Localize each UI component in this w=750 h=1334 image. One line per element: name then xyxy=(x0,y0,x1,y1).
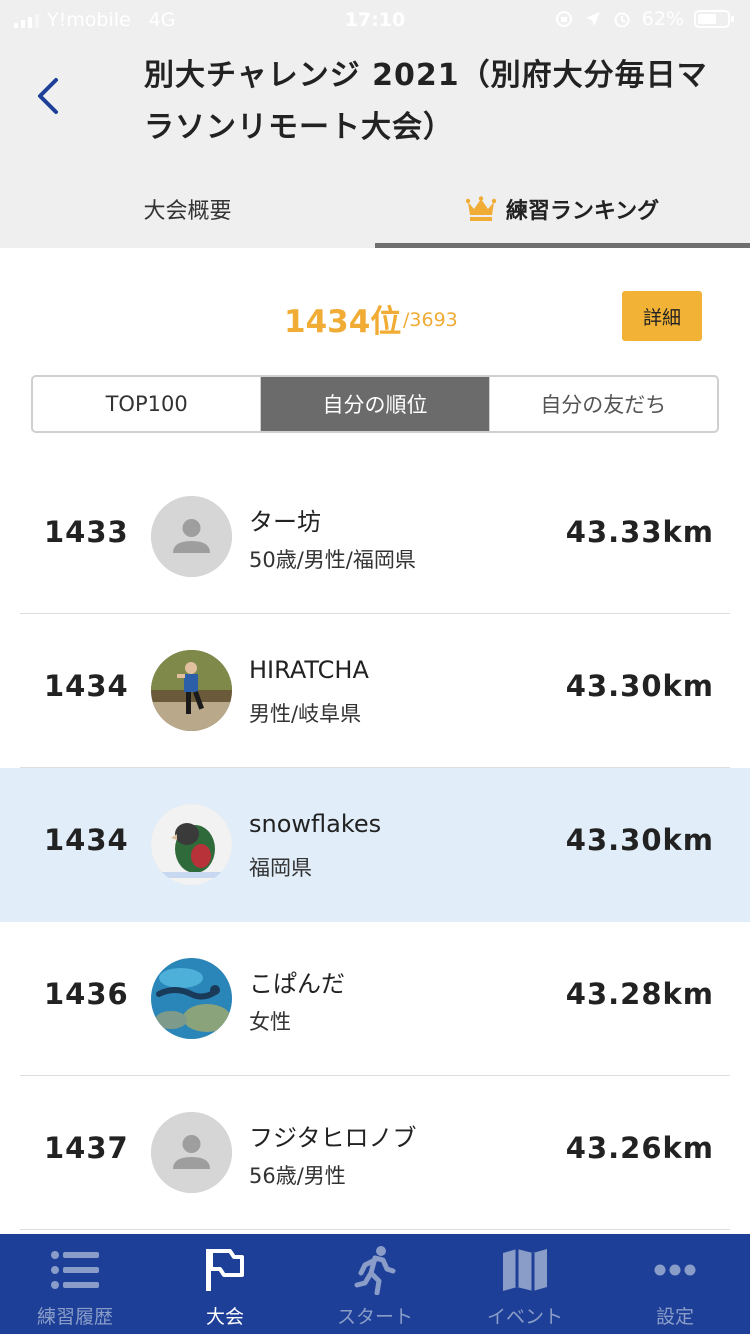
tab-ranking-label: 練習ランキング xyxy=(505,199,660,224)
default-avatar-icon xyxy=(151,496,232,577)
alarm-icon xyxy=(614,12,630,28)
row-name: snowflakes xyxy=(249,810,382,838)
segment-my-rank[interactable]: 自分の順位 xyxy=(261,377,490,431)
battery-icon xyxy=(694,10,734,28)
parrot-photo-avatar xyxy=(151,804,232,885)
list-icon xyxy=(51,1251,99,1289)
my-rank: 1434位 xyxy=(284,304,402,340)
row-profile: 女性 xyxy=(249,1010,291,1034)
row-profile: 福岡県 xyxy=(249,856,312,880)
back-chevron-icon[interactable] xyxy=(28,74,72,118)
header-tabs: 大会概要 練習ランキング xyxy=(0,170,750,248)
row-rank: 1434 xyxy=(44,669,129,703)
row-distance: 43.30km xyxy=(565,823,714,857)
more-dots-icon xyxy=(654,1264,696,1276)
row-rank: 1434 xyxy=(44,823,129,857)
row-profile: 56歳/男性 xyxy=(249,1164,346,1188)
tabbar-label: スタート xyxy=(336,1306,413,1328)
segment-my-friends[interactable]: 自分の友だち xyxy=(490,377,717,431)
location-icon xyxy=(585,12,600,26)
detail-button[interactable]: 詳細 xyxy=(622,291,702,341)
tab-overview-label: 大会概要 xyxy=(143,199,232,224)
segment-top100[interactable]: TOP100 xyxy=(33,377,262,431)
row-name: フジタヒロノブ xyxy=(249,1124,417,1152)
map-icon xyxy=(503,1249,547,1291)
row-distance: 43.28km xyxy=(565,977,714,1011)
crown-icon xyxy=(465,196,496,221)
orientation-lock-icon xyxy=(555,11,572,27)
tab-practice-ranking[interactable]: 練習ランキング xyxy=(375,170,750,248)
row-profile: 男性/岐阜県 xyxy=(249,702,362,726)
tabbar-practice-history[interactable]: 練習履歴 xyxy=(0,1234,150,1334)
tabbar-label: 練習履歴 xyxy=(36,1306,113,1328)
tabbar-label: イベント xyxy=(486,1306,563,1328)
status-right: 62% xyxy=(554,8,734,30)
ranking-row-self[interactable]: 1434 snowflakes 福岡県 43.30km xyxy=(0,768,750,922)
tabbar-tournament[interactable]: 大会 xyxy=(150,1234,300,1334)
status-bar: Y!mobile 4G 17:10 62% xyxy=(0,0,750,40)
ranking-row[interactable]: 1436 こぱんだ 女性 43.28km xyxy=(0,922,750,1076)
underwater-photo-avatar xyxy=(151,958,232,1039)
tabbar-event[interactable]: イベント xyxy=(450,1234,600,1334)
ranking-row[interactable]: 1437 フジタヒロノブ 56歳/男性 43.26km xyxy=(0,1076,750,1230)
tabbar-settings[interactable]: 設定 xyxy=(600,1234,750,1334)
page-title: 別大チャレンジ 2021（別府大分毎日マラソンリモート大会） xyxy=(144,58,708,145)
flag-icon xyxy=(206,1249,244,1291)
tabbar-label: 設定 xyxy=(655,1306,694,1328)
total-participants: /3693 xyxy=(403,309,458,331)
bottom-tab-bar: 練習履歴 大会 スタート イベント 設定 xyxy=(0,1234,750,1334)
row-distance: 43.26km xyxy=(565,1131,714,1165)
ranking-segment-control: TOP100 自分の順位 自分の友だち xyxy=(31,375,719,433)
row-rank: 1437 xyxy=(44,1131,129,1165)
runner-photo-avatar xyxy=(151,650,232,731)
header: Y!mobile 4G 17:10 62% 別大チャレンジ 2021（別府大分毎… xyxy=(0,0,750,248)
tabbar-start[interactable]: スタート xyxy=(300,1234,450,1334)
row-profile: 50歳/男性/福岡県 xyxy=(249,548,416,572)
battery-percent: 62% xyxy=(641,8,684,30)
default-avatar-icon xyxy=(151,1112,232,1193)
ranking-row[interactable]: 1434 HIRATCHA 男性/岐阜県 43.30km xyxy=(0,614,750,768)
tab-active-indicator xyxy=(375,243,750,248)
tab-overview[interactable]: 大会概要 xyxy=(0,170,375,248)
row-divider xyxy=(20,1229,730,1230)
row-distance: 43.30km xyxy=(565,669,714,703)
row-name: ター坊 xyxy=(249,508,321,536)
tabbar-label: 大会 xyxy=(205,1306,244,1328)
row-distance: 43.33km xyxy=(565,515,714,549)
ranking-row[interactable]: 1433 ター坊 50歳/男性/福岡県 43.33km xyxy=(0,460,750,614)
row-name: HIRATCHA xyxy=(249,656,369,684)
row-rank: 1433 xyxy=(44,515,129,549)
row-name: こぱんだ xyxy=(249,970,345,998)
runner-icon xyxy=(354,1246,396,1295)
row-rank: 1436 xyxy=(44,977,129,1011)
